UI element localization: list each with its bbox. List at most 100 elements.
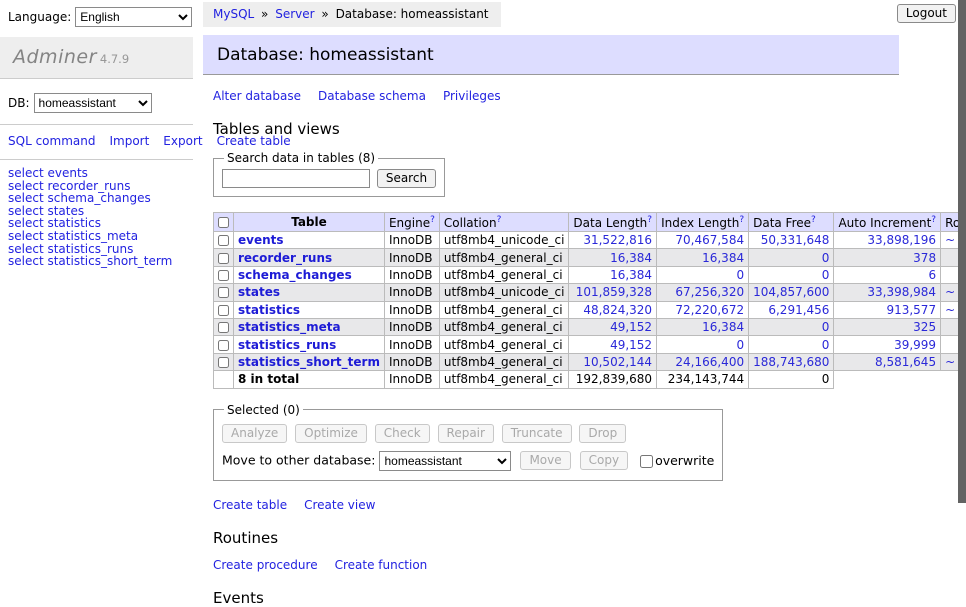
row-checkbox[interactable] — [218, 340, 229, 351]
index-length-cell: 70,467,584 — [657, 232, 749, 249]
move-database-select[interactable]: homeassistant — [379, 451, 511, 471]
auto-increment-cell: 8,581,645 — [834, 353, 941, 370]
engine-cell: InnoDB — [384, 353, 439, 370]
sidebar-item-select-statistics-short-term[interactable]: select statistics_short_term — [8, 255, 193, 268]
privileges-link[interactable]: Privileges — [443, 89, 501, 103]
engine-cell: InnoDB — [384, 284, 439, 301]
sidebar-table-list: select events select recorder_runs selec… — [0, 159, 193, 268]
search-input[interactable] — [222, 169, 370, 188]
table-link-recorder-runs[interactable]: recorder_runs — [238, 251, 332, 265]
row-checkbox[interactable] — [218, 235, 229, 246]
optimize-button[interactable]: Optimize — [295, 424, 367, 443]
total-data-free: 0 — [749, 371, 834, 388]
data-free-cell: 0 — [749, 336, 834, 353]
overwrite-option[interactable]: overwrite — [640, 453, 714, 468]
brand-name: Adminer — [13, 46, 97, 68]
create-table-link[interactable]: Create table — [213, 498, 287, 512]
table-link-statistics-short-term[interactable]: statistics_short_term — [238, 355, 380, 369]
table-link-statistics[interactable]: statistics — [238, 303, 300, 317]
analyze-button[interactable]: Analyze — [222, 424, 287, 443]
scrollbar-thumb[interactable] — [958, 0, 966, 503]
create-view-link[interactable]: Create view — [304, 498, 375, 512]
index-length-cell: 24,166,400 — [657, 353, 749, 370]
data-free-cell: 188,743,680 — [749, 353, 834, 370]
database-action-links: Alter database Database schema Privileges — [213, 89, 899, 103]
data-length-cell: 101,859,328 — [569, 284, 657, 301]
help-icon[interactable]: ? — [811, 215, 816, 225]
page-scrollbar[interactable] — [958, 0, 966, 543]
column-header-index-length: Index Length? — [657, 213, 749, 232]
help-icon[interactable]: ? — [497, 215, 502, 225]
overwrite-checkbox[interactable] — [640, 455, 653, 468]
engine-cell: InnoDB — [384, 266, 439, 283]
search-button[interactable]: Search — [377, 169, 436, 188]
create-procedure-link[interactable]: Create procedure — [213, 558, 318, 572]
sidebar-actions: SQL commandImportExportCreate table — [0, 124, 193, 159]
tables-and-views-heading: Tables and views — [213, 120, 899, 138]
logout-button[interactable]: Logout — [897, 4, 956, 23]
column-header-engine: Engine? — [384, 213, 439, 232]
sidebar-item-select-events[interactable]: select events — [8, 167, 193, 180]
sidebar-link-export[interactable]: Export — [163, 134, 202, 148]
row-checkbox[interactable] — [218, 322, 229, 333]
truncate-button[interactable]: Truncate — [502, 424, 572, 443]
tables-overview-table: Table Engine? Collation? Data Length? In… — [213, 212, 966, 389]
engine-cell: InnoDB — [384, 301, 439, 318]
auto-increment-cell: 6 — [834, 266, 941, 283]
table-link-statistics-runs[interactable]: statistics_runs — [238, 338, 336, 352]
table-row: states InnoDB utf8mb4_unicode_ci 101,859… — [214, 284, 966, 301]
sidebar-item-select-statistics-meta[interactable]: select statistics_meta — [8, 230, 193, 243]
move-to-database-label: Move to other database: — [222, 452, 375, 467]
language-select[interactable]: English — [75, 7, 192, 27]
engine-cell: InnoDB — [384, 336, 439, 353]
sidebar-link-import[interactable]: Import — [109, 134, 149, 148]
breadcrumb-server-link[interactable]: Server — [275, 7, 314, 21]
help-icon[interactable]: ? — [739, 215, 744, 225]
check-button[interactable]: Check — [375, 424, 430, 443]
db-select[interactable]: homeassistant — [34, 93, 152, 113]
create-function-link[interactable]: Create function — [335, 558, 428, 572]
repair-button[interactable]: Repair — [438, 424, 494, 443]
table-link-events[interactable]: events — [238, 233, 284, 247]
brand-version: 4.7.9 — [100, 52, 129, 66]
help-icon[interactable]: ? — [430, 215, 435, 225]
page-title: Database: homeassistant — [203, 35, 899, 75]
routines-heading: Routines — [213, 529, 899, 547]
help-icon[interactable]: ? — [931, 215, 936, 225]
table-row: statistics_short_term InnoDB utf8mb4_gen… — [214, 353, 966, 370]
engine-cell: InnoDB — [384, 249, 439, 266]
row-checkbox[interactable] — [218, 270, 229, 281]
data-free-cell: 0 — [749, 266, 834, 283]
table-link-states[interactable]: states — [238, 285, 280, 299]
collation-cell: utf8mb4_general_ci — [439, 266, 569, 283]
help-icon[interactable]: ? — [647, 215, 652, 225]
breadcrumb-mysql-link[interactable]: MySQL — [213, 7, 254, 21]
sidebar-item-select-schema-changes[interactable]: select schema_changes — [8, 192, 193, 205]
table-row: statistics_runs InnoDB utf8mb4_general_c… — [214, 336, 966, 353]
select-all-checkbox[interactable] — [218, 217, 229, 228]
drop-button[interactable]: Drop — [579, 424, 626, 443]
table-header-row: Table Engine? Collation? Data Length? In… — [214, 213, 966, 232]
table-link-schema-changes[interactable]: schema_changes — [238, 268, 352, 282]
database-schema-link[interactable]: Database schema — [318, 89, 426, 103]
auto-increment-cell: 913,577 — [834, 301, 941, 318]
collation-cell: utf8mb4_unicode_ci — [439, 232, 569, 249]
data-length-cell: 49,152 — [569, 336, 657, 353]
table-link-statistics-meta[interactable]: statistics_meta — [238, 320, 341, 334]
index-length-cell: 0 — [657, 336, 749, 353]
events-heading: Events — [213, 589, 899, 607]
db-label: DB: — [8, 96, 30, 110]
column-header-data-free: Data Free? — [749, 213, 834, 232]
create-links: Create table Create view — [213, 498, 899, 512]
row-checkbox[interactable] — [218, 287, 229, 298]
row-checkbox[interactable] — [218, 357, 229, 368]
breadcrumb: MySQL » Server » Database: homeassistant — [203, 2, 501, 27]
row-checkbox[interactable] — [218, 305, 229, 316]
move-button[interactable]: Move — [520, 451, 570, 470]
auto-increment-cell: 325 — [834, 318, 941, 335]
row-checkbox[interactable] — [218, 253, 229, 264]
alter-database-link[interactable]: Alter database — [213, 89, 301, 103]
breadcrumb-separator: » — [321, 7, 328, 21]
sidebar-link-sql-command[interactable]: SQL command — [8, 134, 95, 148]
copy-button[interactable]: Copy — [580, 451, 628, 470]
